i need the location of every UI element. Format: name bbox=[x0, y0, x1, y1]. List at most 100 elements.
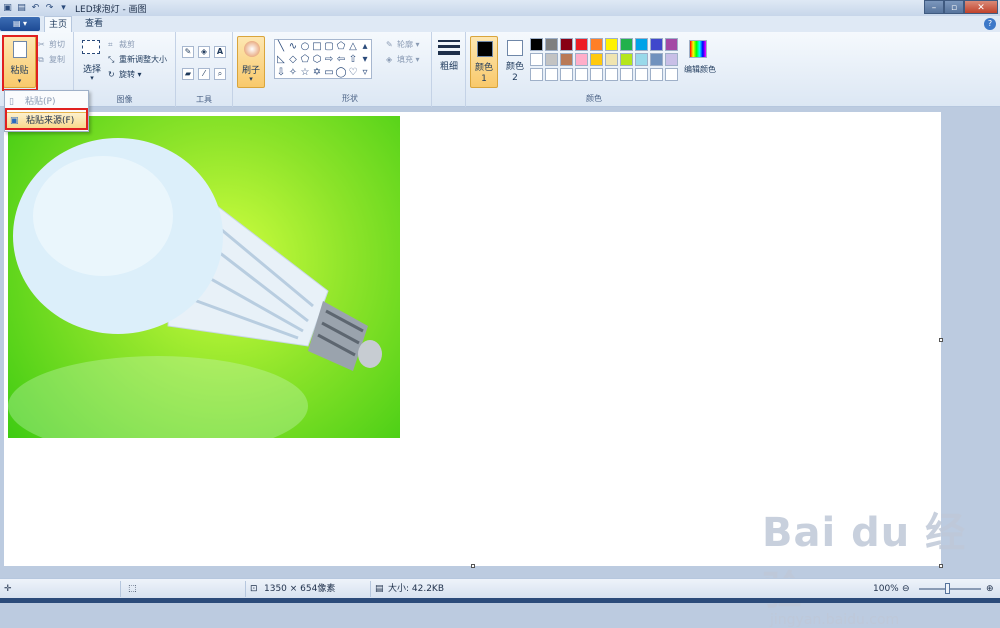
resize-handle-corner[interactable] bbox=[939, 564, 943, 568]
palette-swatch[interactable] bbox=[635, 68, 648, 81]
palette-swatch[interactable] bbox=[560, 38, 573, 51]
palette-swatch[interactable] bbox=[605, 53, 618, 66]
five-star-shape-icon[interactable]: ☆ bbox=[299, 66, 311, 79]
pentagon-shape-icon[interactable]: ⬠ bbox=[299, 53, 311, 66]
palette-swatch[interactable] bbox=[575, 68, 588, 81]
polygon-shape-icon[interactable]: ⬠ bbox=[335, 40, 347, 53]
four-star-shape-icon[interactable]: ✧ bbox=[287, 66, 299, 79]
highlight-box bbox=[5, 108, 88, 130]
text-tool-icon[interactable]: A bbox=[214, 46, 226, 58]
line-shape-icon[interactable]: ╲ bbox=[275, 40, 287, 53]
redo-icon[interactable]: ↷ bbox=[44, 3, 55, 14]
palette-swatch[interactable] bbox=[605, 38, 618, 51]
palette-swatch[interactable] bbox=[560, 53, 573, 66]
size-group[interactable]: 粗细 bbox=[432, 32, 466, 107]
cut-button[interactable]: ✂ 剪切 bbox=[38, 39, 65, 50]
tab-home[interactable]: 主页 bbox=[44, 16, 72, 32]
resize-handle-bottom[interactable] bbox=[471, 564, 475, 568]
six-star-shape-icon[interactable]: ✡ bbox=[311, 66, 323, 79]
palette-swatch[interactable] bbox=[590, 53, 603, 66]
palette-swatch[interactable] bbox=[665, 53, 678, 66]
app-menu-button[interactable]: ▤ ▾ bbox=[0, 17, 40, 31]
zoom-out-button[interactable]: ⊖ bbox=[902, 579, 910, 599]
zoom-slider-thumb[interactable] bbox=[945, 583, 950, 594]
brush-button[interactable]: 刷子 ▾ bbox=[237, 36, 265, 88]
hexagon-shape-icon[interactable]: ⬡ bbox=[311, 53, 323, 66]
palette-swatch[interactable] bbox=[665, 68, 678, 81]
zoom-in-button[interactable]: ⊕ bbox=[986, 579, 994, 599]
right-triangle-shape-icon[interactable]: ◺ bbox=[275, 53, 287, 66]
image-dimensions: 1350 × 654像素 bbox=[264, 584, 336, 594]
copy-button[interactable]: ⧉ 复制 bbox=[38, 54, 65, 65]
minimize-button[interactable]: – bbox=[924, 0, 944, 14]
palette-swatch[interactable] bbox=[530, 68, 543, 81]
expand-gallery-icon[interactable]: ▿ bbox=[359, 66, 371, 79]
resize-handle-right[interactable] bbox=[939, 338, 943, 342]
left-arrow-shape-icon[interactable]: ⇦ bbox=[335, 53, 347, 66]
magnifier-icon[interactable]: ⌕ bbox=[214, 68, 226, 80]
color-picker-icon[interactable]: ⁄ bbox=[198, 68, 210, 80]
zoom-slider-track[interactable] bbox=[919, 588, 981, 590]
palette-swatch[interactable] bbox=[590, 38, 603, 51]
palette-swatch[interactable] bbox=[665, 38, 678, 51]
fill-bucket-icon[interactable]: ◈ bbox=[198, 46, 210, 58]
select-button[interactable]: 选择 ▾ bbox=[80, 36, 102, 88]
brush-icon bbox=[244, 41, 260, 57]
palette-swatch[interactable] bbox=[650, 68, 663, 81]
maximize-button[interactable]: ▫ bbox=[944, 0, 964, 14]
palette-swatch[interactable] bbox=[635, 53, 648, 66]
up-arrow-shape-icon[interactable]: ⇧ bbox=[347, 53, 359, 66]
palette-swatch[interactable] bbox=[545, 38, 558, 51]
tab-view[interactable]: 查看 bbox=[80, 16, 108, 32]
heart-shape-icon[interactable]: ♡ bbox=[347, 66, 359, 79]
right-arrow-shape-icon[interactable]: ⇨ bbox=[323, 53, 335, 66]
palette-swatch[interactable] bbox=[605, 68, 618, 81]
color2-button[interactable]: 颜色 2 bbox=[502, 36, 528, 88]
palette-swatch[interactable] bbox=[575, 53, 588, 66]
palette-swatch[interactable] bbox=[620, 38, 633, 51]
palette-swatch[interactable] bbox=[650, 38, 663, 51]
resize-button[interactable]: ⤡ 重新调整大小 bbox=[108, 54, 167, 65]
canvas-area[interactable] bbox=[0, 108, 1000, 578]
scroll-down-icon[interactable]: ▾ bbox=[359, 53, 371, 66]
crop-button[interactable]: ⌗ 裁剪 bbox=[108, 39, 135, 50]
palette-swatch[interactable] bbox=[545, 53, 558, 66]
crop-icon: ⌗ bbox=[108, 40, 113, 49]
chevron-down-icon: ▾ bbox=[249, 75, 253, 83]
palette-swatch[interactable] bbox=[530, 38, 543, 51]
curve-shape-icon[interactable]: ∿ bbox=[287, 40, 299, 53]
close-button[interactable]: ✕ bbox=[964, 0, 998, 14]
rounded-rect-shape-icon[interactable]: ▢ bbox=[323, 40, 335, 53]
triangle-shape-icon[interactable]: △ bbox=[347, 40, 359, 53]
scroll-up-icon[interactable]: ▴ bbox=[359, 40, 371, 53]
rotate-button[interactable]: ↻ 旋转 ▾ bbox=[108, 69, 142, 80]
palette-swatch[interactable] bbox=[575, 38, 588, 51]
pencil-icon[interactable]: ✎ bbox=[182, 46, 194, 58]
outline-button[interactable]: ✎ 轮廓 ▾ bbox=[386, 39, 420, 50]
help-icon[interactable]: ? bbox=[984, 18, 996, 30]
palette-swatch[interactable] bbox=[590, 68, 603, 81]
paint-app-icon[interactable]: ▣ bbox=[2, 3, 13, 14]
down-arrow-shape-icon[interactable]: ⇩ bbox=[275, 66, 287, 79]
palette-swatch[interactable] bbox=[620, 68, 633, 81]
drawing-canvas[interactable] bbox=[4, 112, 943, 568]
undo-icon[interactable]: ↶ bbox=[30, 3, 41, 14]
palette-swatch[interactable] bbox=[650, 53, 663, 66]
palette-swatch[interactable] bbox=[530, 53, 543, 66]
palette-swatch[interactable] bbox=[545, 68, 558, 81]
save-icon[interactable]: ▤ bbox=[16, 3, 27, 14]
edit-colors-button[interactable]: 编辑颜色 bbox=[684, 38, 716, 88]
color1-button[interactable]: 颜色 1 bbox=[470, 36, 498, 88]
palette-swatch[interactable] bbox=[635, 38, 648, 51]
callout-rect-shape-icon[interactable]: ▭ bbox=[323, 66, 335, 79]
palette-swatch[interactable] bbox=[620, 53, 633, 66]
callout-oval-shape-icon[interactable]: ◯ bbox=[335, 66, 347, 79]
fill-button[interactable]: ◈ 填充 ▾ bbox=[386, 54, 420, 65]
diamond-shape-icon[interactable]: ◇ bbox=[287, 53, 299, 66]
oval-shape-icon[interactable]: ○ bbox=[299, 40, 311, 53]
palette-swatch[interactable] bbox=[560, 68, 573, 81]
customize-qa-icon[interactable]: ▾ bbox=[58, 3, 69, 14]
eraser-icon[interactable]: ▰ bbox=[182, 68, 194, 80]
watermark-url: jingyan.baidu.com bbox=[770, 612, 900, 628]
rect-shape-icon[interactable]: □ bbox=[311, 40, 323, 53]
